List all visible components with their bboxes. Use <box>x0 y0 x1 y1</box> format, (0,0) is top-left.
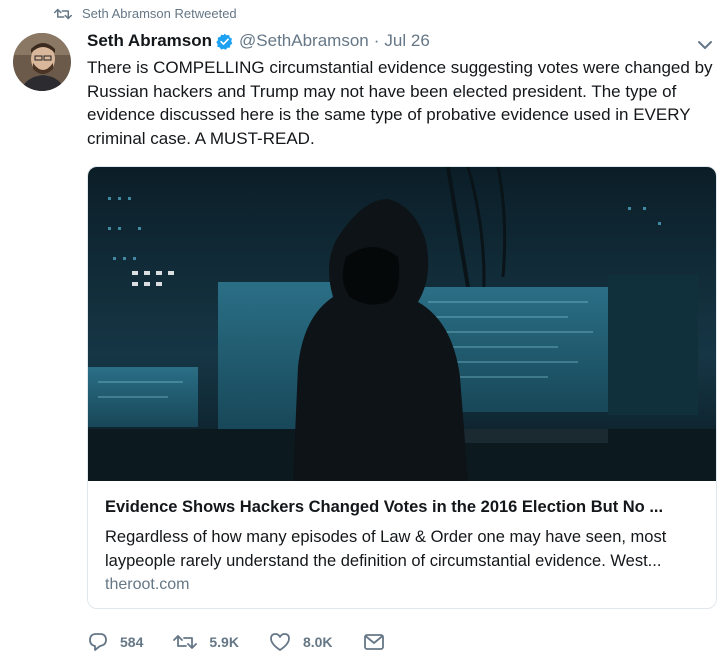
like-icon <box>270 633 290 651</box>
tweet-header: Seth Abramson @SethAbramson · Jul 26 <box>87 31 430 51</box>
card-description: Regardless of how many episodes of Law &… <box>105 528 667 570</box>
separator-dot: · <box>373 31 380 50</box>
verified-badge-icon <box>216 33 233 50</box>
tweet-actions: 584 5.9K 8.0K <box>88 632 427 652</box>
like-count: 8.0K <box>302 634 333 650</box>
retweet-label: Seth Abramson Retweeted <box>82 6 237 21</box>
direct-message-button[interactable] <box>363 633 397 651</box>
card-image <box>88 167 716 481</box>
chevron-down-icon[interactable] <box>697 37 713 55</box>
reply-icon <box>89 633 107 651</box>
card-title[interactable]: Evidence Shows Hackers Changed Votes in … <box>105 498 705 517</box>
tweet-date[interactable]: Jul 26 <box>384 31 429 51</box>
reply-count: 584 <box>120 634 144 650</box>
tweet-text: There is COMPELLING circumstantial evide… <box>87 58 713 148</box>
card-body: Evidence Shows Hackers Changed Votes in … <box>88 481 716 608</box>
retweet-context[interactable]: Seth Abramson Retweeted <box>54 6 237 21</box>
author-handle[interactable]: @SethAbramson <box>239 31 369 51</box>
retweet-icon <box>54 8 72 19</box>
retweet-button[interactable]: 5.9K <box>173 632 239 652</box>
avatar[interactable] <box>13 33 71 91</box>
author-name[interactable]: Seth Abramson <box>87 31 212 51</box>
like-button[interactable]: 8.0K <box>269 632 333 652</box>
link-card[interactable]: Evidence Shows Hackers Changed Votes in … <box>87 166 717 609</box>
retweet-count: 5.9K <box>209 634 239 650</box>
reply-button[interactable]: 584 <box>88 632 143 652</box>
card-domain: theroot.com <box>105 576 190 593</box>
direct-message-icon <box>363 634 384 650</box>
retweet-icon <box>173 635 198 649</box>
